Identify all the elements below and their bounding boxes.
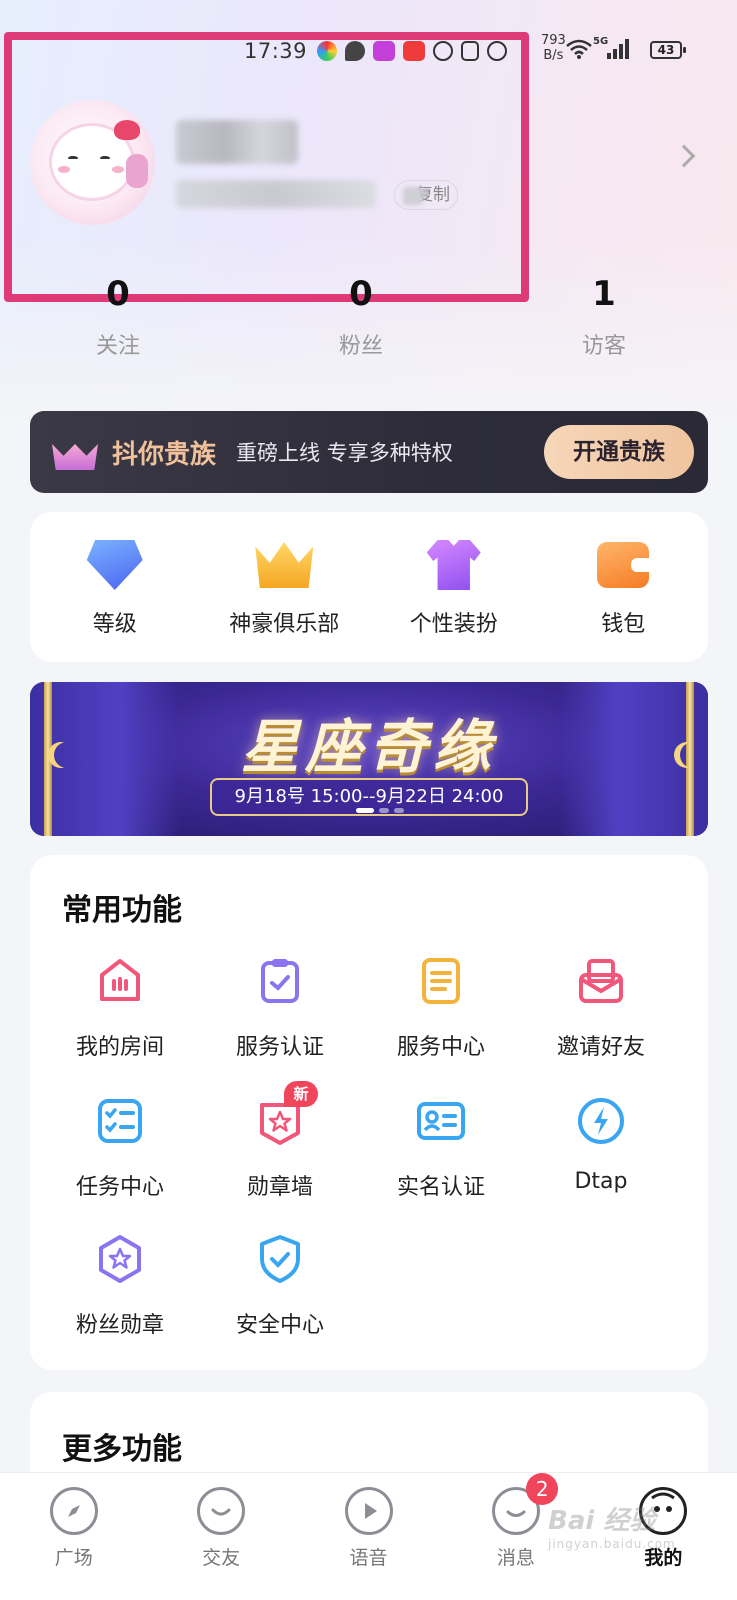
- function-label: 邀请好友: [556, 1035, 645, 1060]
- quick-item-tycoon-club[interactable]: 神豪俱乐部: [200, 512, 370, 662]
- function-dtap[interactable]: Dtap: [521, 1095, 681, 1194]
- crown-icon: [254, 538, 314, 592]
- function-label: 勋章墙: [246, 1175, 313, 1200]
- quick-item-level[interactable]: 等级: [30, 512, 200, 662]
- tab-square[interactable]: 广场: [0, 1473, 147, 1600]
- quick-item-label: 等级: [92, 612, 137, 637]
- function-label: 服务中心: [396, 1035, 485, 1060]
- noble-crown-icon: [52, 432, 98, 472]
- common-functions-card: 常用功能 我的房间 服务认证 服务中心 邀请好友 任务中心 新 勋章墙 实名认证…: [30, 855, 708, 1370]
- pagination-dot: [379, 808, 389, 813]
- function-medal-wall[interactable]: 新 勋章墙: [200, 1081, 360, 1201]
- quick-item-label: 钱包: [601, 612, 646, 637]
- function-label: 服务认证: [235, 1035, 324, 1060]
- stat-value: 0: [106, 274, 130, 314]
- stat-label: 关注: [95, 334, 140, 359]
- battery-icon: 43: [650, 41, 686, 59]
- new-badge: 新: [284, 1081, 318, 1107]
- annotation-highlight-frame: [4, 32, 529, 302]
- shield-check-icon: [260, 1235, 300, 1283]
- pagination-dot: [394, 808, 404, 813]
- tab-make-friends[interactable]: 交友: [147, 1473, 294, 1600]
- network-speed: 793 B/s: [541, 33, 566, 63]
- function-real-name[interactable]: 实名认证: [361, 1095, 521, 1201]
- tab-voice[interactable]: 语音: [295, 1473, 442, 1600]
- open-noble-button[interactable]: 开通贵族: [544, 425, 694, 479]
- function-my-room[interactable]: 我的房间: [40, 955, 200, 1061]
- fan-badge-icon: [99, 1235, 141, 1283]
- stat-visitors[interactable]: 1 访客: [524, 272, 684, 360]
- stat-fans[interactable]: 0 粉丝: [281, 272, 441, 360]
- stat-value: 0: [349, 274, 373, 314]
- wifi-icon: [566, 39, 592, 59]
- id-card-icon: [417, 1102, 465, 1140]
- function-label: 任务中心: [75, 1175, 164, 1200]
- tab-label: 广场: [54, 1547, 93, 1569]
- event-title: 星座奇缘: [240, 713, 497, 781]
- function-security-center[interactable]: 安全中心: [200, 1233, 360, 1339]
- stat-value: 1: [592, 274, 616, 314]
- function-task-center[interactable]: 任务中心: [40, 1095, 200, 1201]
- envelope-icon: [579, 959, 623, 1003]
- quick-item-wallet[interactable]: 钱包: [539, 512, 709, 662]
- tab-label: 交友: [202, 1547, 241, 1569]
- network-speed-value: 793: [541, 33, 566, 48]
- wallet-icon: [593, 538, 653, 592]
- compass-icon: [49, 1487, 98, 1535]
- section-title: 常用功能: [62, 893, 182, 928]
- watermark-brand: Bai 经验: [548, 1506, 656, 1536]
- play-icon: [344, 1487, 393, 1535]
- noble-title: 抖你贵族: [112, 439, 217, 470]
- document-icon: [422, 958, 460, 1004]
- lightning-icon: [578, 1098, 624, 1144]
- section-title: 更多功能: [62, 1432, 182, 1467]
- stat-label: 访客: [581, 334, 626, 359]
- network-speed-unit: B/s: [543, 48, 564, 63]
- heart-icon: [197, 1487, 246, 1535]
- tab-label: 语音: [349, 1547, 388, 1569]
- pagination-dot-active: [356, 808, 374, 813]
- level-icon: [85, 538, 145, 592]
- function-service-cert[interactable]: 服务认证: [200, 955, 360, 1061]
- noble-description: 重磅上线 专享多种特权: [236, 441, 453, 465]
- function-label: 我的房间: [75, 1035, 164, 1060]
- function-label: 实名认证: [396, 1175, 485, 1200]
- room-icon: [100, 959, 140, 1001]
- function-fan-badge[interactable]: 粉丝勋章: [40, 1233, 200, 1339]
- quick-item-dress-up[interactable]: 个性装扮: [369, 512, 539, 662]
- stat-following[interactable]: 0 关注: [38, 272, 198, 360]
- watermark-url: jingyan.baidu.com: [548, 1537, 676, 1551]
- function-service-center[interactable]: 服务中心: [361, 955, 521, 1061]
- quick-item-label: 神豪俱乐部: [229, 612, 340, 637]
- watermark: Bai 经验 jingyan.baidu.com: [548, 1500, 676, 1551]
- clipboard-check-icon: [261, 959, 299, 1003]
- noble-banner[interactable]: 抖你贵族 重磅上线 专享多种特权 开通贵族: [30, 411, 708, 493]
- shirt-icon: [424, 538, 484, 592]
- quick-entry-card: 等级 神豪俱乐部 个性装扮 钱包: [30, 512, 708, 662]
- function-label: 粉丝勋章: [75, 1313, 164, 1338]
- function-label: 安全中心: [235, 1313, 324, 1338]
- stat-label: 粉丝: [338, 334, 383, 359]
- signal-icon: [607, 39, 629, 59]
- task-list-icon: [98, 1099, 142, 1143]
- quick-item-label: 个性装扮: [409, 612, 498, 637]
- function-invite-friends[interactable]: 邀请好友: [521, 955, 681, 1061]
- event-banner[interactable]: 星座奇缘 9月18号 15:00--9月22日 24:00: [30, 682, 708, 836]
- function-label: Dtap: [574, 1169, 628, 1194]
- banner-pagination: [356, 808, 404, 813]
